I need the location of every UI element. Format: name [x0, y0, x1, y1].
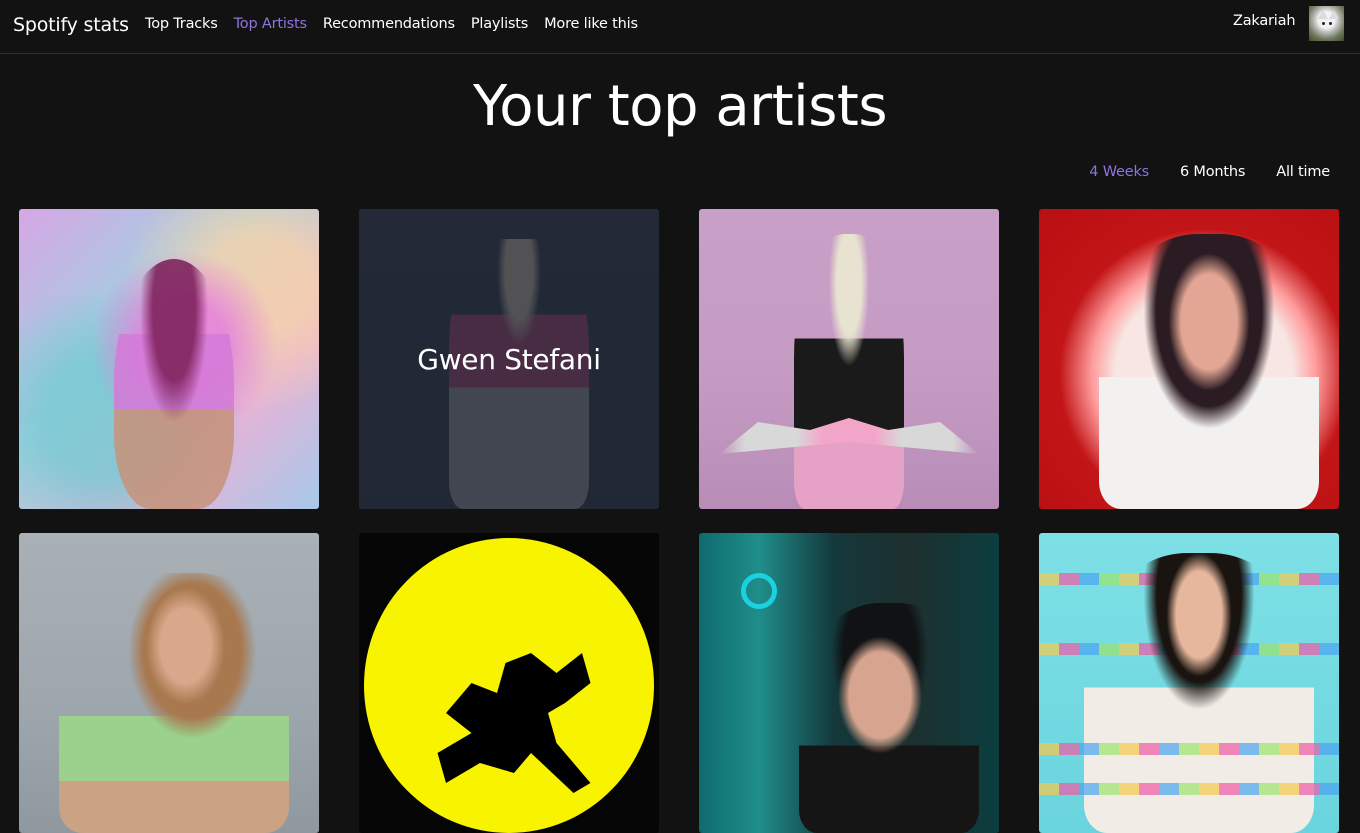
nav-links: Top Tracks Top Artists Recommendations P… — [145, 16, 654, 32]
artist-card[interactable] — [1039, 209, 1339, 509]
range-tab-4-weeks[interactable]: 4 Weeks — [1089, 164, 1149, 180]
artist-card[interactable]: Gwen Stefani — [359, 209, 659, 509]
nav-link-top-artists[interactable]: Top Artists — [234, 16, 307, 32]
artist-image — [19, 533, 319, 833]
brand-logo-text[interactable]: Spotify stats — [13, 14, 129, 36]
nav-link-top-tracks[interactable]: Top Tracks — [145, 16, 218, 32]
artist-image — [1039, 209, 1339, 509]
range-tab-6-months[interactable]: 6 Months — [1180, 164, 1245, 180]
artist-hover-overlay: Gwen Stefani — [359, 209, 659, 509]
nav-link-more-like-this[interactable]: More like this — [544, 16, 638, 32]
avatar-cat-ear-left — [1318, 10, 1328, 19]
artist-card[interactable] — [699, 533, 999, 833]
artist-card[interactable] — [699, 209, 999, 509]
artist-image — [699, 533, 999, 833]
top-navbar: Spotify stats Top Tracks Top Artists Rec… — [0, 0, 1360, 54]
avatar-cat-eye-left — [1322, 22, 1325, 25]
time-range-tabs: 4 Weeks 6 Months All time — [1058, 164, 1330, 180]
range-tab-all-time[interactable]: All time — [1276, 164, 1330, 180]
artist-image — [19, 209, 319, 509]
page-title: Your top artists — [472, 74, 888, 139]
artist-card[interactable] — [359, 533, 659, 833]
user-name[interactable]: Zakariah — [1233, 13, 1296, 29]
nav-link-recommendations[interactable]: Recommendations — [323, 16, 455, 32]
artist-image — [359, 533, 659, 833]
avatar-cat-ear-right — [1329, 10, 1339, 19]
user-avatar[interactable] — [1309, 6, 1344, 41]
avatar-cat-eye-right — [1329, 22, 1332, 25]
nav-link-playlists[interactable]: Playlists — [471, 16, 528, 32]
artist-card[interactable] — [1039, 533, 1339, 833]
artist-image — [1039, 533, 1339, 833]
artist-image — [699, 209, 999, 509]
artist-card[interactable] — [19, 533, 319, 833]
artist-name: Gwen Stefani — [417, 342, 601, 376]
artist-card[interactable] — [19, 209, 319, 509]
